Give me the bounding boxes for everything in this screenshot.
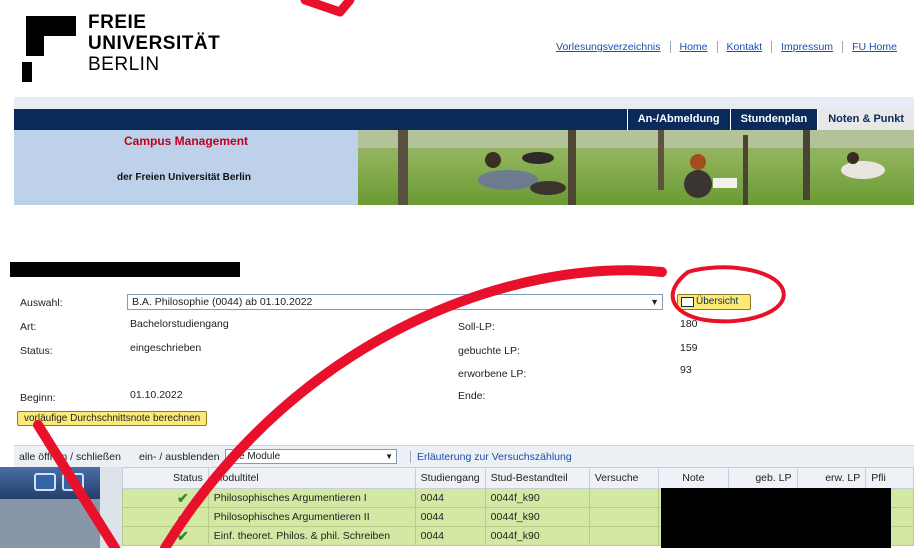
- logo-line-3: BERLIN: [88, 54, 160, 75]
- chevron-down-icon: ▼: [385, 452, 393, 461]
- col-pflicht[interactable]: Pfli: [865, 467, 914, 489]
- overlay-panel: [0, 467, 122, 548]
- status-check-icon: ✔: [122, 507, 209, 527]
- modultitel-cell: Philosophisches Argumentieren I: [207, 488, 416, 508]
- logo-line-2: UNIVERSITÄT: [88, 33, 221, 54]
- banner-photo: [358, 130, 914, 205]
- studiengang-select-value: B.A. Philosophie (0044) ab 01.10.2022: [132, 296, 313, 308]
- col-status[interactable]: Status: [122, 467, 209, 489]
- toggle-all-link[interactable]: alle öffnen / schließen: [19, 451, 121, 463]
- erworbene-lp-label: erworbene LP:: [458, 368, 527, 380]
- versuche-cell: [588, 488, 659, 508]
- art-label: Art:: [20, 321, 37, 333]
- link-impressum[interactable]: Impressum: [771, 41, 842, 53]
- col-geb-lp[interactable]: geb. LP: [727, 467, 798, 489]
- link-kontakt[interactable]: Kontakt: [716, 41, 772, 53]
- bestandteil-cell: 0044f_k90: [484, 507, 590, 527]
- modultitel-cell: Einf. theoret. Philos. & phil. Schreiben: [207, 526, 416, 546]
- banner: Campus Management der Freien Universität…: [14, 130, 914, 205]
- col-stud-bestandteil[interactable]: Stud-Bestandteil: [484, 467, 590, 489]
- panel-gutter: [100, 467, 122, 548]
- link-vorlesungsverzeichnis[interactable]: Vorlesungsverzeichnis: [547, 41, 669, 53]
- module-filter-select[interactable]: alle Module ▼: [225, 449, 397, 464]
- soll-lp-value: 180: [680, 318, 698, 330]
- tab-stundenplan[interactable]: Stundenplan: [729, 109, 818, 130]
- soll-lp-label: Soll-LP:: [458, 321, 495, 333]
- toggle-partial-link[interactable]: ein- / ausblenden: [139, 451, 220, 463]
- uebersicht-label: Übersicht: [696, 296, 739, 307]
- tab-an-abmeldung[interactable]: An-/Abmeldung: [626, 109, 730, 130]
- col-studiengang[interactable]: Studiengang: [414, 467, 486, 489]
- module-filter-value: alle Module: [229, 451, 281, 462]
- durchschnittsnote-button[interactable]: vorläufige Durchschnittsnote berechnen: [17, 411, 208, 426]
- ende-label: Ende:: [458, 390, 486, 402]
- beginn-label: Beginn:: [20, 392, 56, 404]
- panel-button-1[interactable]: [34, 473, 56, 491]
- main-nav: An-/Abmeldung Stundenplan Noten & Punkt: [14, 109, 914, 130]
- logo-text: FREIE UNIVERSITÄT BERLIN: [88, 12, 220, 75]
- uebersicht-button[interactable]: Übersicht: [677, 294, 751, 310]
- beginn-value: 01.10.2022: [130, 389, 183, 401]
- status-check-icon: ✔: [122, 488, 209, 508]
- art-value: Bachelorstudiengang: [130, 318, 229, 330]
- status-check-icon: ✔: [122, 526, 209, 546]
- fu-berlin-logo[interactable]: FREIE UNIVERSITÄT BERLIN: [20, 12, 230, 94]
- header-divider: [14, 97, 914, 109]
- col-versuche[interactable]: Versuche: [588, 467, 659, 489]
- redacted-grades: [661, 488, 891, 548]
- bestandteil-cell: 0044f_k90: [484, 488, 590, 508]
- tab-noten-punkte[interactable]: Noten & Punkt: [817, 109, 914, 130]
- erworbene-lp-value: 93: [680, 364, 692, 376]
- logo-mark: [20, 14, 76, 84]
- auswahl-label: Auswahl:: [20, 297, 63, 309]
- gebuchte-lp-value: 159: [680, 342, 698, 354]
- versuche-cell: [588, 507, 659, 527]
- panel-button-2[interactable]: [62, 473, 84, 491]
- status-value: eingeschrieben: [130, 342, 202, 354]
- logo-line-1: FREIE: [88, 12, 147, 33]
- bestandteil-cell: 0044f_k90: [484, 526, 590, 546]
- banner-subtitle: der Freien Universität Berlin: [117, 172, 251, 183]
- studiengang-select[interactable]: B.A. Philosophie (0044) ab 01.10.2022 ▼: [127, 294, 663, 310]
- col-note[interactable]: Note: [657, 467, 729, 489]
- versuche-cell: [588, 526, 659, 546]
- nav-tabs: An-/Abmeldung Stundenplan Noten & Punkt: [626, 109, 914, 130]
- annotation-stroke-top: [300, 0, 355, 17]
- table-header-row: Status Modultitel Studiengang Stud-Besta…: [122, 467, 914, 489]
- studiengang-cell: 0044: [414, 488, 486, 508]
- link-fu-home[interactable]: FU Home: [842, 41, 906, 53]
- modultitel-cell: Philosophisches Argumentieren II: [207, 507, 416, 527]
- versuchszaehlung-link[interactable]: Erläuterung zur Versuchszählung: [410, 451, 572, 463]
- link-home[interactable]: Home: [669, 41, 717, 53]
- banner-title: Campus Management: [124, 134, 249, 148]
- top-links: Vorlesungsverzeichnis Home Kontakt Impre…: [547, 41, 906, 53]
- gebuchte-lp-label: gebuchte LP:: [458, 345, 520, 357]
- select-arrow-icon: ▼: [650, 297, 659, 307]
- col-erw-lp[interactable]: erw. LP: [796, 467, 867, 489]
- redacted-name: [10, 262, 240, 277]
- studiengang-cell: 0044: [414, 526, 486, 546]
- studiengang-cell: 0044: [414, 507, 486, 527]
- overview-icon: [681, 297, 694, 307]
- col-modultitel[interactable]: Modultitel: [207, 467, 416, 489]
- status-label: Status:: [20, 345, 53, 357]
